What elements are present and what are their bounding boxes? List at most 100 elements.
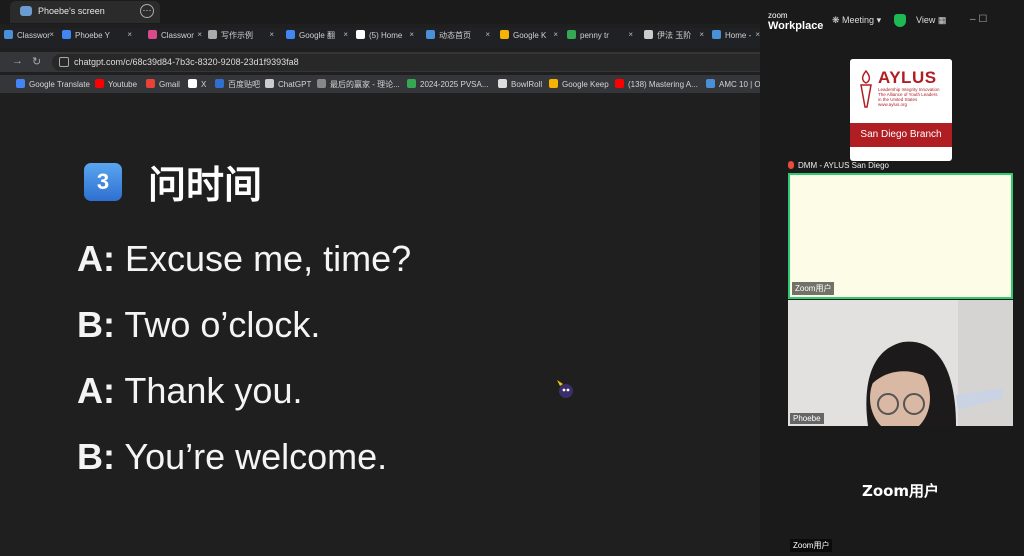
speaker-label: B: [77,304,115,345]
tab-favicon-icon [62,30,71,39]
address-bar[interactable]: chatgpt.com/c/68c39d84-7b3c-8320-9208-23… [52,54,760,71]
bookmark-label: Google Translate [29,80,90,89]
bookmark-item[interactable]: X [188,79,206,89]
tab-favicon-icon [712,30,721,39]
bookmark-label: X [201,80,207,89]
zoom-panel: zoom Workplace ❋ Meeting ▾ View ▦ – ☐ AY… [760,0,1024,556]
participant-name: Phoebe [790,413,824,424]
shared-window-title: Phoebe's screen [38,6,105,16]
bookmark-favicon-icon [215,79,224,88]
participant-video-tile[interactable]: Zoom用户 [788,173,1013,299]
tab-title: Classwor [17,31,50,40]
zoom-toolbar: zoom Workplace ❋ Meeting ▾ View ▦ – ☐ [760,0,1024,40]
browser-tab[interactable]: Classwor × [4,30,54,46]
speaker-label: A: [77,238,115,279]
browser-tab[interactable]: Google 翻 × [286,30,348,46]
tab-title: 伊法 玉阶 [657,31,692,40]
close-tab-icon[interactable]: × [197,30,202,39]
browser-tab[interactable]: 动态首页 × [426,30,490,46]
tab-favicon-icon [208,30,217,39]
tab-favicon-icon [426,30,435,39]
shared-window-tab[interactable]: Phoebe's screen ⋯ [10,1,160,23]
bookmark-label: Google Keep [562,80,609,89]
dialogue-line: A: Excuse me, time? [77,238,411,280]
number-3-badge-icon: 3 [84,163,122,201]
browser-tab[interactable]: Classwor × [148,30,202,46]
site-info-icon[interactable] [59,57,69,67]
participant-name: Zoom用户 [792,282,835,295]
more-options-icon[interactable]: ⋯ [140,4,154,18]
torch-icon [860,69,872,108]
close-tab-icon[interactable]: × [553,30,558,39]
window-controls[interactable]: – ☐ [970,14,987,25]
dialogue-text: You’re welcome. [124,436,388,477]
bookmark-favicon-icon [16,79,25,88]
bookmark-label: ChatGPT [278,80,312,89]
speaker-label: B: [77,436,115,477]
reload-icon[interactable]: ↻ [32,55,41,68]
forward-arrow-icon[interactable]: → [12,55,23,67]
participant-display-name: Zoom用户 [861,482,940,500]
mic-muted-icon [788,161,794,169]
close-tab-icon[interactable]: × [409,30,414,39]
close-tab-icon[interactable]: × [628,30,633,39]
bookmark-favicon-icon [317,79,326,88]
tab-favicon-icon [644,30,653,39]
screen-share-icon [20,6,32,16]
bookmark-item[interactable]: 2024-2025 PVSA... [407,79,489,89]
browser-tab[interactable]: Home - × [712,30,760,46]
bookmark-favicon-icon [188,79,197,88]
browser-tab[interactable]: (5) Home × [356,30,414,46]
bookmark-label: AMC 10 | Or [719,80,764,89]
participant-video [788,300,1013,426]
bookmark-item[interactable]: Youtube [95,79,137,89]
bookmark-item[interactable]: Google Translate [16,79,90,89]
bookmark-label: Gmail [159,80,180,89]
bookmark-item[interactable]: 百度贴吧 [215,79,260,90]
close-tab-icon[interactable]: × [485,30,490,39]
bookmark-favicon-icon [549,79,558,88]
dialogue-text: Thank you. [124,370,303,411]
bookmark-item[interactable]: Google Keep [549,79,609,89]
tab-favicon-icon [567,30,576,39]
meeting-menu-button[interactable]: ❋ Meeting ▾ [832,15,881,26]
tab-favicon-icon [500,30,509,39]
tab-favicon-icon [286,30,295,39]
browser-tab[interactable]: Google K × [500,30,558,46]
tab-title: Google 翻 [299,31,336,40]
participant-tile-no-video[interactable]: Zoom用户 Zoom用户 [788,430,1013,556]
tab-title: Google K [513,31,547,40]
close-tab-icon[interactable]: × [49,30,54,39]
bookmark-label: 百度贴吧 [228,80,260,89]
lesson-heading: 问时间 [148,163,263,207]
bookmark-item[interactable]: AMC 10 | Or [706,79,763,89]
view-label: View [916,15,936,25]
dialogue-line: B: Two o’clock. [77,304,320,346]
browser-tab[interactable]: 写作示例 × [208,30,274,46]
browser-tab[interactable]: 伊法 玉阶 × [644,30,704,46]
bookmark-favicon-icon [615,79,624,88]
dialogue-text: Two o’clock. [124,304,321,345]
browser-tab[interactable]: penny tr × [567,30,633,46]
bookmark-item[interactable]: Gmail [146,79,180,89]
dialogue-text: Excuse me, time? [125,238,412,279]
bookmark-favicon-icon [95,79,104,88]
address-url: chatgpt.com/c/68c39d84-7b3c-8320-9208-23… [74,57,299,67]
close-tab-icon[interactable]: × [127,30,132,39]
bookmark-item[interactable]: BowlRoll [498,79,542,89]
view-button[interactable]: View ▦ [910,13,952,28]
shared-window-titlebar: Phoebe's screen ⋯ [0,0,760,24]
tab-title: Classwor [161,31,194,40]
participant-video-tile[interactable]: Phoebe [788,300,1013,426]
bookmark-item[interactable]: (138) Mastering A... [615,79,698,89]
close-tab-icon[interactable]: × [343,30,348,39]
bookmarks-bar: Google Translate Youtube Gmail X 百度贴吧 ChatGPT… [0,75,763,93]
close-tab-icon[interactable]: × [699,30,704,39]
close-tab-icon[interactable]: × [269,30,274,39]
browser-tab[interactable]: Phoebe Y × [62,30,132,46]
browser-tab-strip: Classwor × Phoebe Y × Classwor × 写作示例 × Google 翻… [0,28,760,48]
bookmark-item[interactable]: 最后的赢家 - 理论... [317,79,400,90]
bookmark-favicon-icon [265,79,274,88]
security-shield-icon[interactable] [894,14,906,27]
bookmark-item[interactable]: ChatGPT [265,79,311,89]
